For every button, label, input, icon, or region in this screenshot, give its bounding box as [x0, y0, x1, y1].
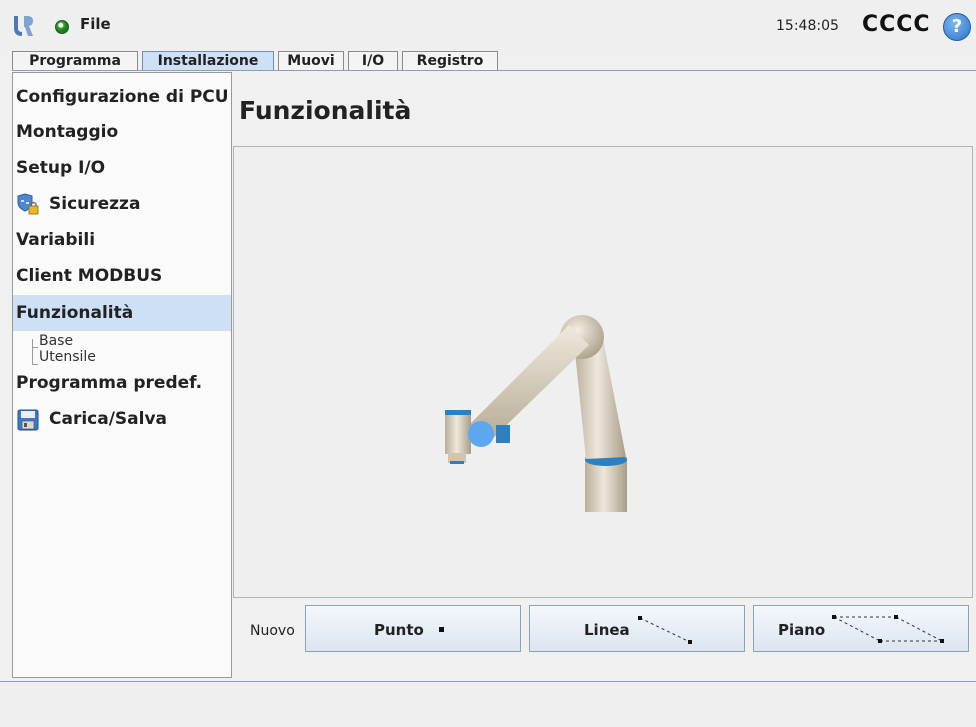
sidebar-item-montaggio[interactable]: Montaggio: [13, 114, 231, 150]
add-point-button[interactable]: Punto: [305, 605, 521, 652]
add-line-button[interactable]: Linea: [529, 605, 745, 652]
sidebar-subitem-utensile[interactable]: Utensile: [39, 349, 96, 365]
sidebar-item-configurazione-pcu[interactable]: Configurazione di PCU: [13, 79, 231, 115]
button-label: Piano: [778, 621, 826, 639]
tree-connector: [32, 347, 38, 348]
add-plane-button[interactable]: Piano: [753, 605, 969, 652]
sidebar-item-carica-salva[interactable]: Carica/Salva: [13, 401, 231, 437]
footer-bar: [0, 682, 976, 727]
sidebar-item-programma-predef[interactable]: Programma predef.: [13, 365, 231, 401]
top-bar: File 15:48:05 CCCC ?: [0, 0, 976, 50]
sidebar-item-label: Sicurezza: [49, 194, 141, 214]
tab-divider: [12, 70, 976, 71]
sidebar-item-funzionalita[interactable]: Funzionalità: [13, 295, 231, 331]
tab-programma[interactable]: Programma: [12, 51, 138, 70]
ur-logo-icon: [14, 16, 33, 36]
clock: 15:48:05: [776, 18, 839, 34]
sidebar-item-label: Carica/Salva: [49, 409, 168, 429]
tab-io[interactable]: I/O: [348, 51, 398, 70]
tab-muovi[interactable]: Muovi: [278, 51, 344, 70]
help-button[interactable]: ?: [943, 13, 971, 41]
sidebar-item-sicurezza[interactable]: Sicurezza: [13, 186, 231, 222]
sidebar-item-variabili[interactable]: Variabili: [13, 222, 231, 258]
page-title: Funzionalità: [239, 96, 412, 125]
sidebar: Configurazione di PCU Montaggio Setup I/…: [12, 72, 232, 678]
sidebar-subitem-base[interactable]: Base: [39, 333, 73, 349]
file-menu[interactable]: File: [80, 15, 111, 33]
robot-name: CCCC: [862, 12, 931, 37]
plane-icon: [832, 615, 944, 643]
status-indicator-icon: [55, 20, 69, 34]
nuovo-label: Nuovo: [250, 623, 295, 639]
tab-installazione[interactable]: Installazione: [142, 51, 274, 70]
robot-3d-view[interactable]: [233, 146, 973, 598]
button-label: Punto: [374, 621, 424, 639]
line-icon: [638, 616, 692, 644]
floppy-disk-icon: [17, 409, 39, 431]
point-icon: [439, 627, 444, 632]
button-label: Linea: [584, 621, 630, 639]
tree-connector: [32, 339, 33, 365]
sidebar-item-setup-io[interactable]: Setup I/O: [13, 150, 231, 186]
safety-shield-lock-icon: [17, 193, 39, 215]
robot-arm-illustration: [445, 315, 627, 512]
sidebar-item-client-modbus[interactable]: Client MODBUS: [13, 258, 231, 294]
tab-registro[interactable]: Registro: [402, 51, 498, 70]
